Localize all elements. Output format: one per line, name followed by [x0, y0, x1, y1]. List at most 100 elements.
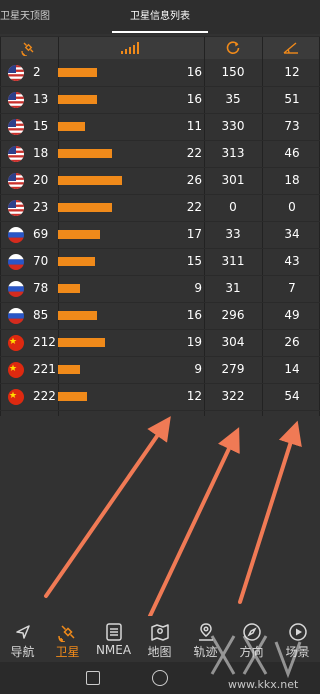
satellite-id: 18: [33, 146, 49, 160]
elevation-value: 43: [284, 254, 300, 268]
flag-us-icon: [8, 173, 24, 189]
elevation-value: 18: [284, 173, 300, 187]
nav-label: 卫星: [55, 645, 80, 659]
azimuth-value: 279: [221, 362, 245, 376]
flag-ru-icon: [8, 254, 24, 270]
navigation-icon: [16, 625, 30, 639]
signal-bar: [58, 203, 112, 212]
signal-bar: [58, 149, 112, 158]
tab-bar: 卫星天顶图 卫星信息列表: [0, 0, 320, 34]
table-row: 2 16 150 12: [0, 59, 320, 87]
elevation-value: 46: [284, 146, 300, 160]
table-row: 18 22 313 46: [0, 140, 320, 168]
snr-value: 9: [194, 281, 202, 295]
table-row: 15 11 330 73: [0, 113, 320, 141]
nav-label: 地图: [147, 645, 172, 659]
table-row: 221 9 279 14: [0, 356, 320, 384]
flag-us-icon: [8, 65, 24, 81]
azimuth-value: 313: [221, 146, 245, 160]
elevation-value: 26: [284, 335, 300, 349]
flag-ru-icon: [8, 308, 24, 324]
flag-cn-icon: [8, 335, 24, 351]
azimuth-value: 150: [221, 65, 245, 79]
table-header: [0, 36, 320, 59]
azimuth-value: 304: [221, 335, 245, 349]
satellite-id: 13: [33, 92, 49, 106]
nav-label: 导航: [10, 645, 35, 659]
signal-bar: [58, 95, 97, 104]
snr-value: 16: [186, 308, 202, 322]
azimuth-value: 311: [221, 254, 245, 268]
flag-ru-icon: [8, 281, 24, 297]
azimuth-value: 0: [229, 200, 237, 214]
snr-value: 26: [186, 173, 202, 187]
azimuth-value: 301: [221, 173, 245, 187]
snr-value: 19: [186, 335, 202, 349]
arrow-snr: [44, 416, 171, 598]
arrow-elevation: [238, 420, 302, 604]
table-row: 23 22 0 0: [0, 194, 320, 222]
elevation-value: 34: [284, 227, 300, 241]
tab-sky-view[interactable]: 卫星天顶图: [0, 0, 50, 34]
nav-label: NMEA: [95, 643, 132, 657]
satellite-id: 2: [33, 65, 41, 79]
nav-item-nmea[interactable]: NMEA: [91, 616, 136, 662]
flag-cn-icon: [8, 362, 24, 378]
nav-item-satellite[interactable]: 卫星: [45, 616, 90, 662]
satellite-id: 221: [33, 362, 56, 376]
snr-value: 16: [186, 92, 202, 106]
tab-satellite-list[interactable]: 卫星信息列表: [120, 0, 200, 34]
signal-bar: [58, 257, 95, 266]
elevation-value: 0: [288, 200, 296, 214]
snr-value: 9: [194, 362, 202, 376]
signal-bar: [58, 284, 80, 293]
satellite-id: 15: [33, 119, 49, 133]
satellite-id: 20: [33, 173, 49, 187]
snr-value: 22: [186, 146, 202, 160]
satellite-id: 70: [33, 254, 49, 268]
nav-item-map[interactable]: 地图: [137, 616, 182, 662]
table-row: 212 19 304 26: [0, 329, 320, 357]
snr-value: 16: [186, 65, 202, 79]
elevation-column-header: [262, 37, 320, 59]
signal-bar: [58, 392, 87, 401]
table-row: 85 16 296 49: [0, 302, 320, 330]
recent-apps-button[interactable]: [86, 671, 100, 685]
home-button[interactable]: [152, 670, 168, 686]
flag-us-icon: [8, 92, 24, 108]
satellite-icon: [58, 625, 75, 642]
flag-ru-icon: [8, 227, 24, 243]
table-row: 78 9 31 7: [0, 275, 320, 303]
table-row: 69 17 33 34: [0, 221, 320, 249]
map-icon: [151, 624, 169, 641]
satellite-icon: [21, 42, 34, 56]
satellite-id: 222: [33, 389, 56, 403]
flag-us-icon: [8, 146, 24, 162]
satellite-column-header: [0, 37, 58, 59]
elevation-value: 49: [284, 308, 300, 322]
snr-value: 17: [186, 227, 202, 241]
nav-item-navigation[interactable]: 导航: [0, 616, 45, 662]
signal-bar: [58, 68, 97, 77]
satellite-id: 212: [33, 335, 56, 349]
signal-bar: [58, 338, 105, 347]
azimuth-column-header: [204, 37, 262, 59]
signal-bar: [58, 122, 85, 131]
arrow-azimuth: [148, 427, 240, 618]
watermark-text: www.kkx.net: [228, 678, 299, 691]
table-row: 13 16 35 51: [0, 86, 320, 114]
table-row: 222 12 322 54: [0, 383, 320, 411]
azimuth-value: 33: [225, 227, 241, 241]
elevation-value: 12: [284, 65, 300, 79]
satellite-id: 69: [33, 227, 49, 241]
snr-value: 15: [186, 254, 202, 268]
signal-bar: [58, 365, 80, 374]
flag-us-icon: [8, 200, 24, 216]
elevation-value: 51: [284, 92, 300, 106]
elevation-value: 73: [284, 119, 300, 133]
table-row: 70 15 311 43: [0, 248, 320, 276]
snr-value: 12: [186, 389, 202, 403]
active-tab-indicator: [112, 31, 208, 33]
azimuth-value: 296: [221, 308, 245, 322]
signal-bar: [58, 176, 122, 185]
